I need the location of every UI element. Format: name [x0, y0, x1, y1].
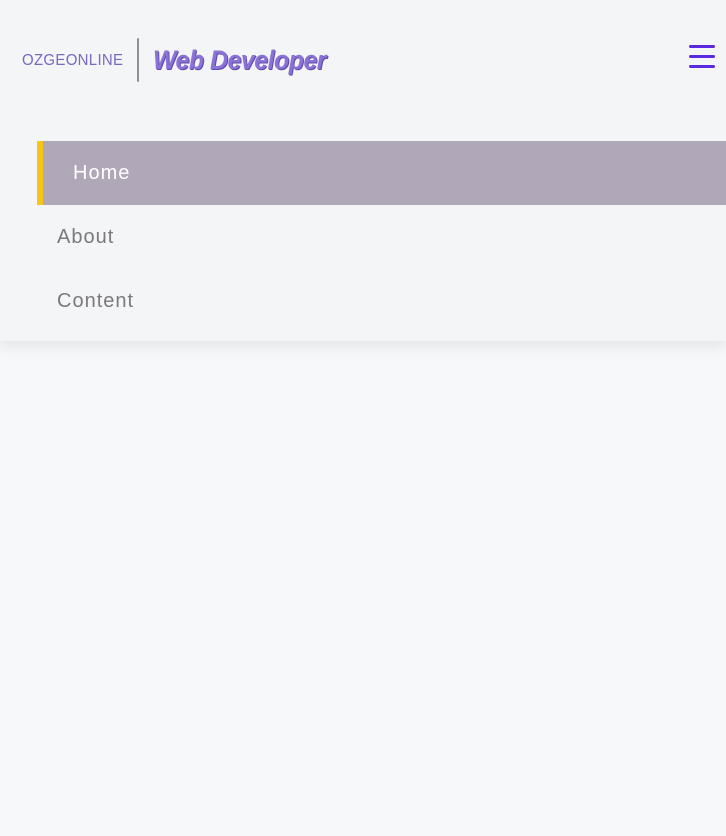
nav-item-about[interactable]: About	[37, 205, 726, 269]
logo-title-text: Web Developer	[153, 44, 327, 75]
site-logo[interactable]: OZGEONLINE Web Developer	[22, 37, 341, 83]
hamburger-menu-icon[interactable]	[689, 44, 715, 68]
menu-bar	[689, 65, 715, 68]
navigation-panel: OZGEONLINE Web Developer Home About Cont…	[0, 0, 726, 341]
nav-item-content[interactable]: Content	[37, 269, 726, 333]
nav-item-home[interactable]: Home	[37, 141, 726, 205]
nav-item-label: Content	[57, 289, 135, 312]
menu-bar	[689, 45, 715, 48]
logo-brand-text: OZGEONLINE	[22, 51, 124, 69]
nav-item-label: Home	[73, 161, 131, 184]
nav-item-label: About	[57, 225, 115, 248]
menu-bar	[689, 55, 715, 58]
logo-divider	[137, 38, 140, 82]
main-nav: Home About Content	[37, 141, 726, 333]
